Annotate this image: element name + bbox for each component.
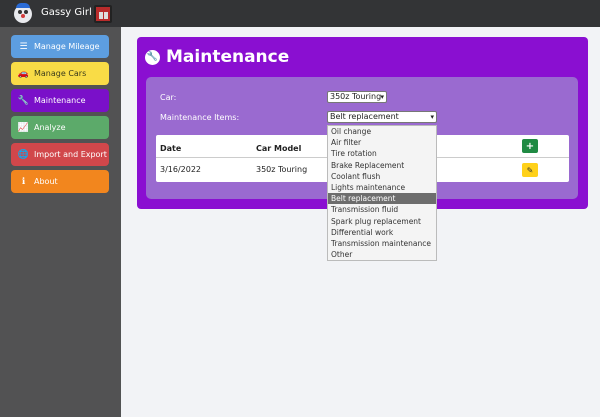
wrench-icon: 🔧 <box>17 95 30 106</box>
column-header-date: Date <box>160 144 182 153</box>
add-button[interactable]: + <box>522 139 538 153</box>
sidebar-item-label: Analyze <box>34 123 66 132</box>
sidebar-item-label: Maintenance <box>34 96 86 105</box>
car-select[interactable]: 350z Touring ▾ <box>327 91 387 103</box>
sidebar-item-about[interactable]: ℹ About <box>11 170 109 193</box>
sidebar <box>0 27 121 417</box>
sidebar-item-label: Manage Mileage <box>34 42 100 51</box>
chart-icon: 📈 <box>17 122 30 133</box>
dropdown-option[interactable]: Spark plug replacement <box>328 216 436 227</box>
globe-icon: 🌐 <box>17 149 30 160</box>
dropdown-option[interactable]: Other <box>328 249 436 260</box>
app-title: Gassy Girl <box>41 7 92 18</box>
sidebar-item-maintenance[interactable]: 🔧 Maintenance <box>11 89 109 112</box>
sidebar-item-label: Manage Cars <box>34 69 87 78</box>
dropdown-option[interactable]: Brake Replacement <box>328 160 436 171</box>
car-select-value: 350z Touring <box>330 92 382 101</box>
sidebar-item-analyze[interactable]: 📈 Analyze <box>11 116 109 139</box>
pencil-icon: ✎ <box>526 165 534 175</box>
dropdown-option[interactable]: Transmission fluid <box>328 204 436 215</box>
info-icon: ℹ <box>21 176 26 187</box>
page-title: Maintenance <box>166 47 290 67</box>
table-cell-car-model: 350z Touring <box>256 165 308 174</box>
sidebar-item-label: About <box>34 177 58 186</box>
maintenance-items-label: Maintenance Items: <box>160 113 240 122</box>
maintenance-items-select[interactable]: Belt replacement ▾ <box>327 111 437 123</box>
dropdown-option[interactable]: Tire rotation <box>328 148 436 159</box>
sidebar-item-import-export[interactable]: 🌐 Import and Export <box>11 143 109 166</box>
plus-icon: + <box>525 140 535 152</box>
dropdown-option[interactable]: Oil change <box>328 126 436 137</box>
dropdown-option[interactable]: Belt replacement <box>328 193 436 205</box>
dropdown-option[interactable]: Transmission maintenance <box>328 238 436 249</box>
dropdown-option[interactable]: Air filter <box>328 137 436 148</box>
sidebar-item-label: Import and Export <box>34 150 107 159</box>
maintenance-items-select-value: Belt replacement <box>330 112 399 121</box>
wrench-icon: 🔧 <box>145 49 160 65</box>
maintenance-items-dropdown: Oil change Air filter Tire rotation Brake R… <box>327 125 437 261</box>
dropdown-option[interactable]: Lights maintenance <box>328 182 436 193</box>
gas-pump-icon <box>94 5 112 23</box>
chevron-down-icon: ▾ <box>380 93 384 101</box>
top-bar: Gassy Girl <box>0 0 600 27</box>
clown-logo-icon <box>14 3 32 23</box>
sidebar-item-manage-cars[interactable]: 🚗 Manage Cars <box>11 62 109 85</box>
dropdown-option[interactable]: Differential work <box>328 227 436 238</box>
table-cell-date: 3/16/2022 <box>160 165 202 174</box>
car-label: Car: <box>160 93 177 102</box>
column-header-car-model: Car Model <box>256 144 302 153</box>
chevron-down-icon: ▾ <box>430 113 434 121</box>
page-title-wrap: 🔧 Maintenance <box>145 47 289 67</box>
dropdown-option[interactable]: Coolant flush <box>328 171 436 182</box>
sidebar-item-manage-mileage[interactable]: ☰ Manage Mileage <box>11 35 109 58</box>
list-icon: ☰ <box>19 41 28 52</box>
edit-button[interactable]: ✎ <box>522 163 538 177</box>
car-icon: 🚗 <box>17 68 30 79</box>
